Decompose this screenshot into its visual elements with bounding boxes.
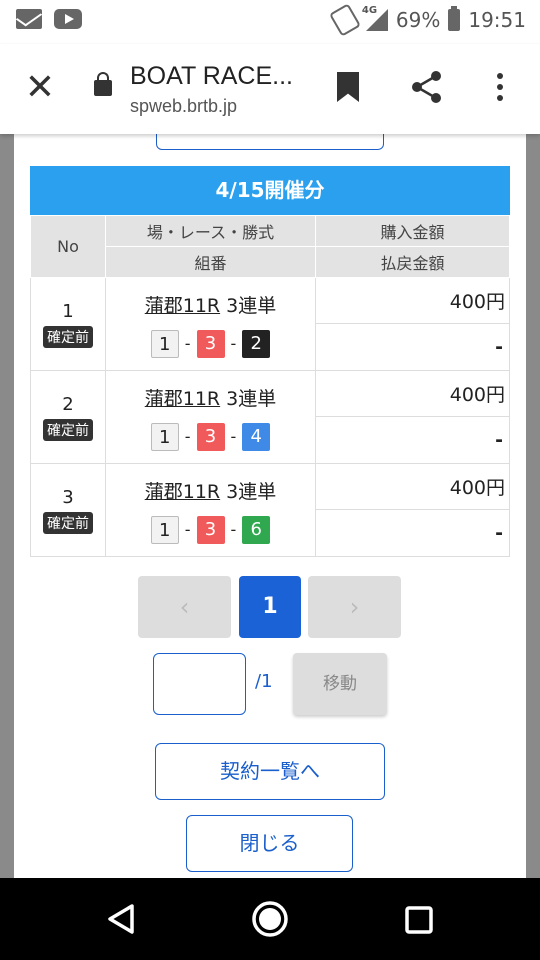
- clock: 19:51: [468, 8, 526, 32]
- phone-signal-icon: [328, 3, 361, 37]
- table-row: 1 確定前 蒲郡11R 3連単 1 - 3 - 2 400円: [30, 277, 510, 371]
- row-number: 2: [62, 393, 74, 415]
- combination: 1 - 3 - 4: [106, 422, 315, 451]
- navigation-bar: [0, 878, 540, 960]
- page-number-input[interactable]: [153, 653, 246, 715]
- header-purchase-amount: 購入金額: [315, 215, 510, 247]
- page-title[interactable]: BOAT RACE...: [130, 62, 293, 91]
- browser-toolbar: ✕ BOAT RACE... spweb.brtb.jp: [0, 44, 540, 134]
- lock-icon[interactable]: [94, 72, 112, 96]
- combo-separator: -: [230, 427, 237, 446]
- combo-separator: -: [230, 520, 237, 539]
- boat-number: 3: [196, 329, 225, 358]
- boat-number: 3: [196, 422, 225, 451]
- next-page-button[interactable]: ›: [308, 576, 401, 638]
- close-icon[interactable]: ✕: [20, 68, 60, 108]
- battery-percent: 69%: [395, 8, 441, 32]
- header-venue-race-type: 場・レース・勝式: [105, 215, 316, 247]
- header-no: No: [30, 215, 106, 278]
- payout-amount: -: [315, 509, 510, 557]
- boat-number: 1: [150, 329, 179, 358]
- boat-number: 2: [242, 329, 271, 358]
- boat-number: 1: [150, 422, 179, 451]
- close-button[interactable]: 閉じる: [186, 815, 353, 872]
- payout-amount: -: [315, 323, 510, 371]
- page-total: /1: [255, 671, 273, 692]
- header-combination: 組番: [105, 246, 316, 278]
- contract-list-button[interactable]: 契約一覧へ: [155, 743, 385, 800]
- bet-type: 3連単: [226, 387, 277, 410]
- bet-history-modal: 4/15開催分 No 場・レース・勝式 購入金額 組番 払戻金額 1 確定前 蒲…: [14, 134, 526, 878]
- status-badge: 確定前: [43, 418, 93, 441]
- header-payout-amount: 払戻金額: [315, 246, 510, 278]
- mail-icon: [16, 9, 42, 29]
- bet-type: 3連単: [226, 294, 277, 317]
- move-button[interactable]: 移動: [293, 653, 387, 715]
- boat-number: 3: [196, 515, 225, 544]
- row-number: 3: [62, 486, 74, 508]
- page-url[interactable]: spweb.brtb.jp: [130, 96, 237, 117]
- purchase-amount: 400円: [315, 277, 510, 324]
- row-number: 1: [62, 300, 74, 322]
- network-type: 4G: [361, 5, 378, 16]
- current-page-button[interactable]: 1: [239, 576, 301, 638]
- combo-separator: -: [230, 334, 237, 353]
- signal-icon: 4G: [362, 5, 388, 31]
- home-icon[interactable]: [250, 899, 290, 939]
- race-link[interactable]: 蒲郡11R: [145, 388, 220, 410]
- payout-amount: -: [315, 416, 510, 464]
- combo-separator: -: [184, 427, 191, 446]
- boat-number: 6: [242, 515, 271, 544]
- table-row: 2 確定前 蒲郡11R 3連単 1 - 3 - 4 400円: [30, 370, 510, 464]
- bookmark-icon[interactable]: [337, 72, 359, 102]
- date-header: 4/15開催分: [30, 166, 510, 215]
- combo-separator: -: [184, 334, 191, 353]
- race-link[interactable]: 蒲郡11R: [145, 295, 220, 317]
- youtube-icon: [54, 9, 82, 29]
- combination: 1 - 3 - 6: [106, 515, 315, 544]
- purchase-amount: 400円: [315, 370, 510, 417]
- recent-apps-icon[interactable]: [404, 905, 434, 935]
- race-link[interactable]: 蒲郡11R: [145, 481, 220, 503]
- battery-icon: [448, 6, 461, 31]
- table-row: 3 確定前 蒲郡11R 3連単 1 - 3 - 6 400円: [30, 463, 510, 557]
- partial-button[interactable]: [156, 134, 384, 150]
- status-bar: 4G 69% 19:51: [0, 0, 540, 44]
- more-icon[interactable]: [488, 70, 512, 104]
- share-icon[interactable]: [410, 70, 444, 104]
- bet-type: 3連単: [226, 480, 277, 503]
- status-badge: 確定前: [43, 511, 93, 534]
- prev-page-button[interactable]: ‹: [138, 576, 231, 638]
- boat-number: 1: [150, 515, 179, 544]
- boat-number: 4: [242, 422, 271, 451]
- bet-table: No 場・レース・勝式 購入金額 組番 払戻金額 1 確定前 蒲郡11R 3連単…: [30, 215, 510, 557]
- purchase-amount: 400円: [315, 463, 510, 510]
- combo-separator: -: [184, 520, 191, 539]
- status-badge: 確定前: [43, 325, 93, 348]
- combination: 1 - 3 - 2: [106, 329, 315, 358]
